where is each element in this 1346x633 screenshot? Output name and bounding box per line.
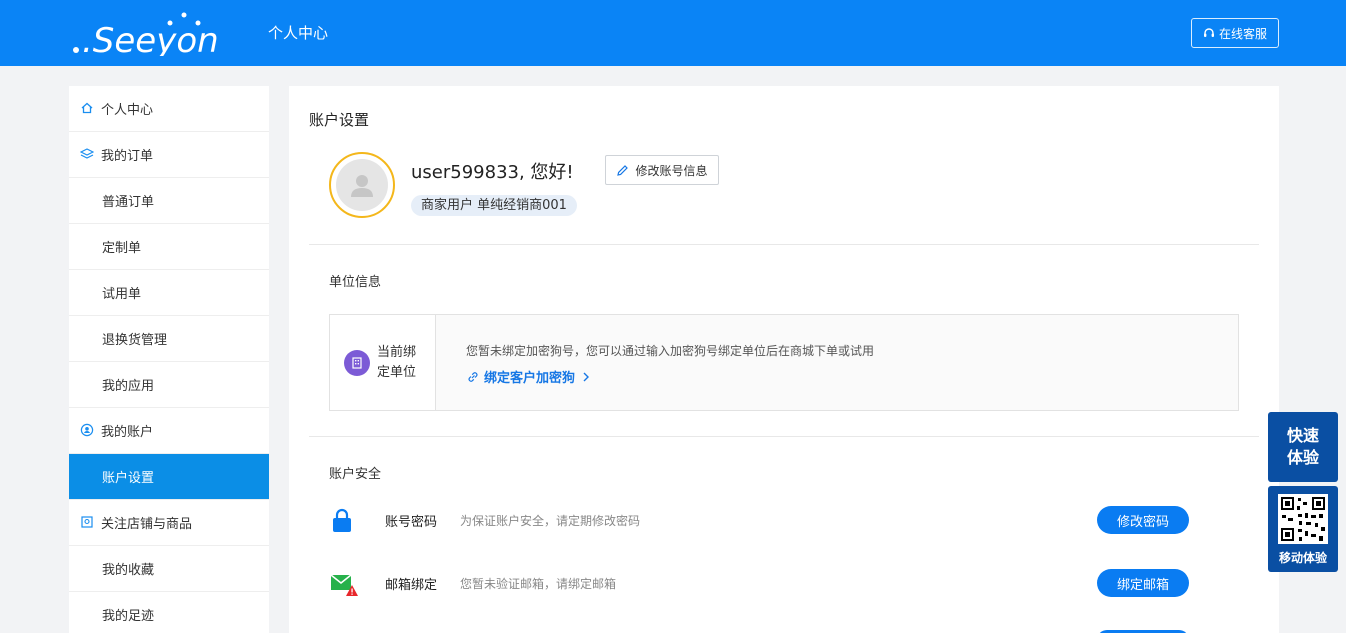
sidebar-item-label: 退换货管理 [102,333,168,348]
email-desc: 您暂未验证邮箱，请绑定邮箱 [460,577,617,591]
mobile-experience-label: 移动体验 [1278,551,1327,565]
password-row: 账号密码 为保证账户安全，请定期修改密码 修改密码 [329,504,1189,536]
logo-text: .Seeyon [82,21,219,56]
user-type-badge: 商家用户 单纯经销商001 [411,195,577,216]
avatar-placeholder [336,159,388,211]
link-icon [468,371,478,382]
qr-code-icon [1278,494,1328,544]
sidebar-item-label: 我的账户 [101,425,154,440]
sidebar-item-label: 账户设置 [102,471,155,486]
divider [309,436,1259,437]
sidebar-item-label: 我的订单 [101,149,154,164]
org-label-cell: 当前绑定单位 [330,315,436,410]
online-service-label: 在线客服 [1218,26,1267,41]
sidebar-item-trial-orders[interactable]: 试用单 [69,270,269,316]
store-icon [81,516,93,528]
user-greeting: user599833, 您好! [411,162,574,183]
header-title: 个人中心 [268,24,329,42]
headset-icon [1203,28,1214,37]
password-label: 账号密码 [385,515,438,530]
divider [309,244,1259,245]
sidebar-item-my-orders[interactable]: 我的订单 [69,132,269,178]
chevron-right-icon [583,372,590,381]
sidebar-item-followed[interactable]: 关注店铺与商品 [69,500,269,546]
sidebar-item-favorites[interactable]: 我的收藏 [69,546,269,592]
sidebar-item-my-apps[interactable]: 我的应用 [69,362,269,408]
top-header: .Seeyon 个人中心 在线客服 [0,0,1346,66]
building-icon [344,350,370,376]
org-description: 您暂未绑定加密狗号，您可以通过输入加密狗号绑定单位后在商城下单或试用 [466,344,875,358]
sidebar-item-label: 我的应用 [102,379,155,394]
security-section-title: 账户安全 [329,467,382,482]
sidebar-item-normal-orders[interactable]: 普通订单 [69,178,269,224]
sidebar-item-personal-center[interactable]: 个人中心 [69,86,269,132]
online-service-button[interactable]: 在线客服 [1191,18,1279,48]
quick-experience-button[interactable]: 快速体验 [1268,412,1338,482]
account-settings-panel: 账户设置 user599833, 您好! 修改账号信息 商家用户 单纯经销商00… [289,86,1279,633]
bind-dongle-link[interactable]: 绑定客户加密狗 [466,367,593,386]
sidebar-item-label: 我的足迹 [102,609,155,624]
lock-icon [333,508,351,532]
quick-experience-label: 快速体验 [1286,426,1319,467]
sidebar-item-returns[interactable]: 退换货管理 [69,316,269,362]
change-password-button[interactable]: 修改密码 [1097,506,1189,534]
edit-account-button[interactable]: 修改账号信息 [605,155,719,185]
sidebar-item-account-settings[interactable]: 账户设置 [69,454,269,500]
sidebar-item-label: 试用单 [102,287,142,302]
user-silhouette-icon [351,175,373,197]
home-icon [81,102,93,114]
sidebar-item-label: 普通订单 [102,195,155,210]
seeyon-logo[interactable]: .Seeyon [72,12,222,56]
pencil-icon [617,164,629,176]
mobile-experience-widget[interactable]: 移动体验 [1268,486,1338,572]
mail-warning-icon [330,574,358,596]
page-title: 账户设置 [309,111,370,129]
org-section-title: 单位信息 [329,275,382,290]
email-label: 邮箱绑定 [385,578,438,593]
bind-email-button[interactable]: 绑定邮箱 [1097,569,1189,597]
sidebar-item-label: 关注店铺与商品 [101,517,193,532]
current-org-label: 当前绑定单位 [377,345,417,380]
password-desc: 为保证账户安全，请定期修改密码 [460,514,641,528]
bind-dongle-label: 绑定客户加密狗 [484,371,576,386]
sidebar-item-label: 我的收藏 [102,563,155,578]
sidebar-item-label: 定制单 [102,241,142,256]
sidebar-item-label: 个人中心 [101,103,154,118]
layers-icon [80,148,94,159]
sidebar-item-custom-orders[interactable]: 定制单 [69,224,269,270]
sidebar-item-my-account[interactable]: 我的账户 [69,408,269,454]
email-row: 邮箱绑定 您暂未验证邮箱，请绑定邮箱 绑定邮箱 [329,567,1189,599]
user-circle-icon [80,423,94,437]
edit-account-label: 修改账号信息 [635,163,708,178]
sidebar-nav: 个人中心 我的订单 普通订单 定制单 试用单 退换货管理 我的应用 我的账户 账… [69,86,269,633]
avatar[interactable] [329,152,395,218]
org-info-box: 当前绑定单位 您暂未绑定加密狗号，您可以通过输入加密狗号绑定单位后在商城下单或试… [329,314,1239,411]
sidebar-item-history[interactable]: 我的足迹 [69,592,269,633]
